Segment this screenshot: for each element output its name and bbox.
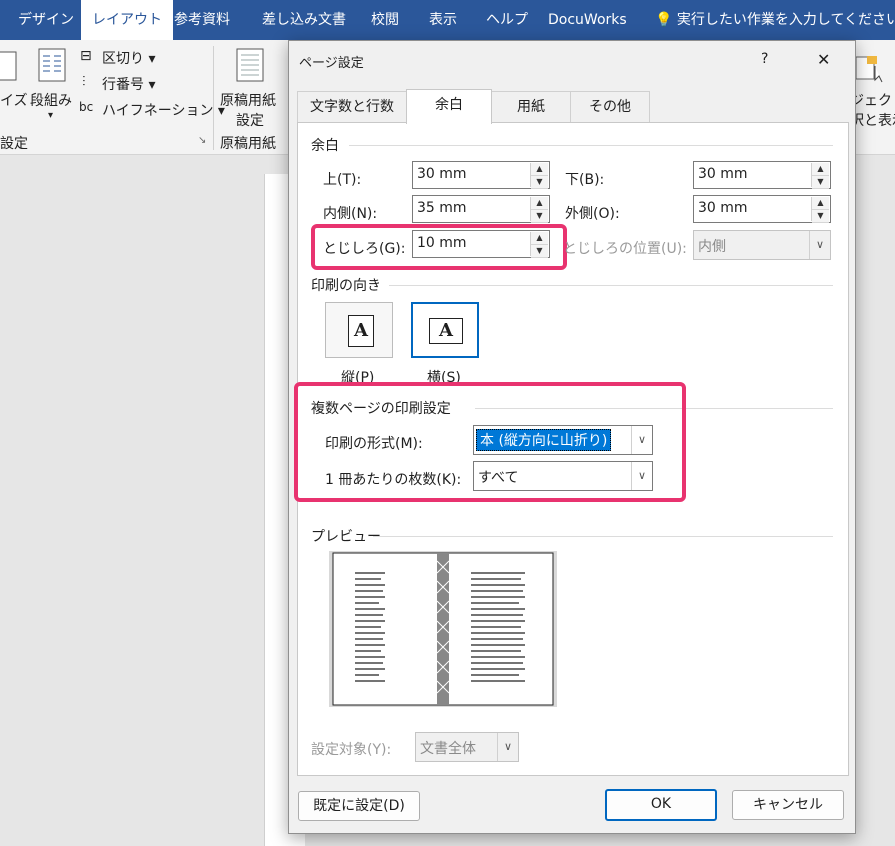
gutter-position-value: 内側 <box>698 239 726 255</box>
top-margin-value: 30 mm <box>417 166 467 182</box>
portrait-button[interactable]: A <box>325 302 393 358</box>
landscape-page-icon: A <box>429 318 463 344</box>
tab-design[interactable]: デザイン <box>18 0 74 40</box>
group-manuscript-label: 原稿用紙 <box>220 136 276 152</box>
inside-margin-field[interactable]: 35 mm ▲ ▼ <box>412 195 550 223</box>
bottom-spinner[interactable]: ▲ ▼ <box>811 163 829 189</box>
apply-to-label: 設定対象(Y): <box>311 742 392 758</box>
dialog-launcher-icon[interactable]: ↘ <box>198 135 206 146</box>
set-default-button[interactable]: 既定に設定(D) <box>298 791 420 821</box>
apply-to-select[interactable]: 文書全体 ∨ <box>415 732 519 762</box>
tab-review[interactable]: 校閲 <box>371 0 399 40</box>
line-numbers-icon: ⫶ <box>82 74 86 90</box>
preview-group-label: プレビュー <box>311 529 381 545</box>
bottom-margin-value: 30 mm <box>698 166 748 182</box>
top-spinner[interactable]: ▲ ▼ <box>530 163 548 189</box>
close-icon[interactable]: ✕ <box>817 50 830 69</box>
hyphenation-icon: bc <box>79 100 94 114</box>
apply-to-value: 文書全体 <box>420 741 476 757</box>
inside-spinner[interactable]: ▲ ▼ <box>530 197 548 223</box>
breaks-label: 区切り <box>102 51 144 67</box>
tab-other[interactable]: その他 <box>570 91 650 122</box>
top-label: 上(T): <box>323 172 362 188</box>
size-icon <box>0 51 17 81</box>
line-numbers-button[interactable]: 行番号 ▾ <box>102 74 155 94</box>
tab-view[interactable]: 表示 <box>429 0 457 40</box>
tab-chars-lines[interactable]: 文字数と行数 <box>297 91 407 122</box>
bottom-margin-field[interactable]: 30 mm ▲ ▼ <box>693 161 831 189</box>
columns-icon <box>38 48 66 82</box>
ok-button[interactable]: OK <box>605 789 717 821</box>
dialog-title: ページ設定 <box>299 56 364 71</box>
tab-references[interactable]: 参考資料 <box>174 0 230 40</box>
margins-group-label: 余白 <box>311 138 339 154</box>
bottom-label: 下(B): <box>565 172 605 188</box>
tab-help[interactable]: ヘルプ <box>486 0 528 40</box>
tab-margins[interactable]: 余白 <box>406 89 492 124</box>
multipage-highlight <box>294 382 686 502</box>
gutter-position-select[interactable]: 内側 ∨ <box>693 230 831 260</box>
outside-spinner[interactable]: ▲ ▼ <box>811 197 829 223</box>
landscape-button[interactable]: A <box>411 302 479 358</box>
group-page-setup-label: 設定 <box>0 136 28 152</box>
inside-margin-value: 35 mm <box>417 200 467 216</box>
selection-pane-label-2[interactable]: 択と表示 <box>850 110 895 130</box>
outside-margin-value: 30 mm <box>698 200 748 216</box>
tab-layout[interactable]: レイアウト <box>81 0 173 40</box>
selection-pane-label-1[interactable]: ジェクト <box>850 90 895 110</box>
columns-dropdown-icon: ▾ <box>48 110 54 121</box>
cancel-button[interactable]: キャンセル <box>732 790 844 820</box>
tab-docuworks[interactable]: DocuWorks <box>548 0 627 40</box>
group-divider <box>373 536 833 537</box>
tell-me-text: 実行したい作業を入力してください <box>676 12 895 28</box>
help-button[interactable]: ? <box>761 51 768 67</box>
manuscript-button-label-2[interactable]: 設定 <box>236 110 264 130</box>
tell-me-box[interactable]: 💡 実行したい作業を入力してください <box>655 0 895 40</box>
gutter-position-label: とじしろの位置(U): <box>563 241 687 257</box>
page-setup-dialog: ページ設定 ? ✕ 文字数と行数 余白 用紙 その他 余白 上(T): 30 m… <box>288 40 856 834</box>
manuscript-icon <box>236 48 264 82</box>
lightbulb-icon: 💡 <box>655 12 673 28</box>
outside-label: 外側(O): <box>565 206 620 222</box>
size-button-label[interactable]: イズ <box>0 90 28 110</box>
chevron-down-icon: ∨ <box>809 231 830 259</box>
hyphenation-label: ハイフネーション <box>102 103 214 119</box>
breaks-icon: ⊟ <box>80 48 92 64</box>
breaks-button[interactable]: 区切り ▾ <box>102 48 155 68</box>
selection-pane-icon <box>855 56 883 83</box>
preview-image <box>329 551 557 707</box>
chevron-down-icon: ∨ <box>497 733 518 761</box>
portrait-page-icon: A <box>348 315 374 347</box>
hyphenation-button[interactable]: ハイフネーション ▾ <box>102 100 225 120</box>
tab-paper[interactable]: 用紙 <box>491 91 571 122</box>
inside-label: 内側(N): <box>323 206 378 222</box>
group-divider <box>349 145 833 146</box>
columns-button-label[interactable]: 段組み <box>30 90 72 110</box>
ribbon-tab-bar: デザイン レイアウト 参考資料 差し込み文書 校閲 表示 ヘルプ DocuWor… <box>0 0 895 40</box>
manuscript-button-label-1[interactable]: 原稿用紙 <box>220 90 276 110</box>
tab-mailings[interactable]: 差し込み文書 <box>262 0 346 40</box>
outside-margin-field[interactable]: 30 mm ▲ ▼ <box>693 195 831 223</box>
ribbon-separator <box>213 46 214 150</box>
orientation-group-label: 印刷の向き <box>311 278 381 294</box>
gutter-highlight <box>311 224 567 270</box>
top-margin-field[interactable]: 30 mm ▲ ▼ <box>412 161 550 189</box>
line-numbers-label: 行番号 <box>102 77 144 93</box>
group-divider <box>389 285 833 286</box>
